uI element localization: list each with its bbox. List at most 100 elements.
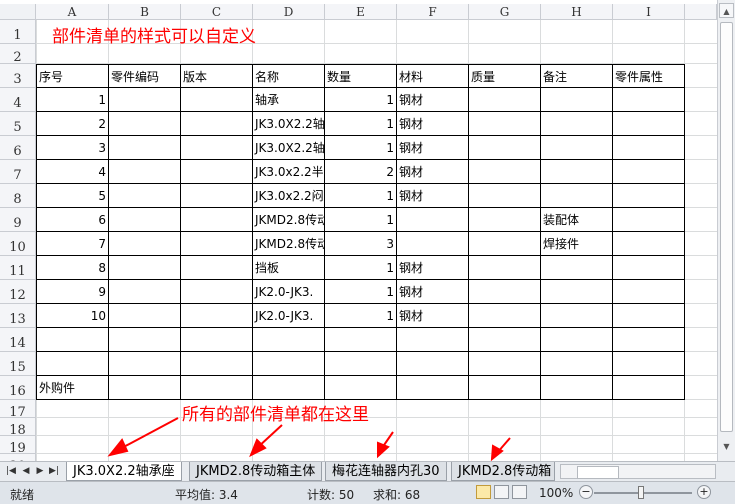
table-cell[interactable]	[181, 328, 253, 352]
table-cell[interactable]	[181, 208, 253, 232]
table-cell[interactable]: JK3.0x2.2半	[253, 160, 325, 184]
table-cell[interactable]	[613, 376, 685, 400]
table-cell[interactable]: 钢材	[397, 160, 469, 184]
table-cell[interactable]	[109, 376, 181, 400]
table-header-cell[interactable]: 名称	[253, 64, 325, 88]
table-cell[interactable]	[469, 160, 541, 184]
table-cell[interactable]	[613, 352, 685, 376]
table-cell[interactable]	[613, 208, 685, 232]
table-cell[interactable]	[613, 328, 685, 352]
table-cell[interactable]	[181, 352, 253, 376]
table-cell[interactable]	[541, 376, 613, 400]
horizontal-scrollbar[interactable]	[560, 464, 716, 479]
table-cell[interactable]: 焊接件	[541, 232, 613, 256]
table-cell[interactable]	[469, 184, 541, 208]
table-cell[interactable]: 1	[325, 184, 397, 208]
table-cell[interactable]	[613, 232, 685, 256]
table-cell[interactable]: 轴承	[253, 88, 325, 112]
table-cell[interactable]: 2	[36, 112, 109, 136]
table-cell[interactable]	[181, 304, 253, 328]
row-header-8[interactable]: 8	[0, 184, 36, 208]
worksheet-grid[interactable]: 序号 零件编码 版本 名称 数量 材料 质量 备注 零件属性 1 轴承 1 钢材 2 JK3.0X2.2轴 1…	[36, 20, 717, 461]
table-cell[interactable]	[613, 112, 685, 136]
table-cell[interactable]	[469, 328, 541, 352]
table-cell[interactable]: 1	[325, 112, 397, 136]
table-header-cell[interactable]: 零件属性	[613, 64, 685, 88]
table-cell[interactable]	[613, 184, 685, 208]
table-header-cell[interactable]: 备注	[541, 64, 613, 88]
row-header-14[interactable]: 14	[0, 328, 36, 352]
sheet-tab-3[interactable]: 梅花连轴器内孔30	[325, 462, 447, 481]
vertical-scrollbar[interactable]: ▲ ▼	[717, 0, 735, 461]
table-cell[interactable]	[541, 328, 613, 352]
table-cell[interactable]	[109, 328, 181, 352]
sheet-tab-4[interactable]: JKMD2.8传动箱	[451, 462, 555, 481]
table-cell[interactable]	[181, 160, 253, 184]
row-header-7[interactable]: 7	[0, 160, 36, 184]
first-sheet-icon[interactable]: |◀	[5, 465, 17, 477]
table-header-cell[interactable]: 序号	[36, 64, 109, 88]
table-cell[interactable]: 10	[36, 304, 109, 328]
table-cell[interactable]: 钢材	[397, 304, 469, 328]
normal-view-icon[interactable]	[476, 485, 491, 499]
table-cell[interactable]	[325, 376, 397, 400]
row-header-17[interactable]: 17	[0, 400, 36, 420]
table-cell[interactable]: 2	[325, 160, 397, 184]
table-cell[interactable]	[613, 136, 685, 160]
table-cell[interactable]: 外购件	[36, 376, 109, 400]
column-header-b[interactable]: B	[109, 4, 181, 20]
table-cell[interactable]: 钢材	[397, 136, 469, 160]
table-cell[interactable]	[181, 376, 253, 400]
column-header-i[interactable]: I	[613, 4, 685, 20]
row-header-6[interactable]: 6	[0, 136, 36, 160]
row-header-10[interactable]: 10	[0, 232, 36, 256]
table-header-cell[interactable]: 数量	[325, 64, 397, 88]
scroll-up-icon[interactable]: ▲	[719, 5, 734, 20]
table-cell[interactable]	[181, 88, 253, 112]
table-cell[interactable]: 8	[36, 256, 109, 280]
table-header-cell[interactable]: 材料	[397, 64, 469, 88]
table-cell[interactable]	[397, 376, 469, 400]
vertical-scroll-thumb[interactable]	[720, 22, 733, 432]
column-header-e[interactable]: E	[325, 4, 397, 20]
table-cell[interactable]	[253, 352, 325, 376]
table-cell[interactable]	[397, 352, 469, 376]
column-header-f[interactable]: F	[397, 4, 469, 20]
table-cell[interactable]	[469, 280, 541, 304]
table-cell[interactable]	[541, 136, 613, 160]
table-cell[interactable]: 1	[325, 88, 397, 112]
sheet-tab-2[interactable]: JKMD2.8传动箱主体	[189, 462, 323, 481]
table-cell[interactable]: JK3.0X2.2轴	[253, 136, 325, 160]
table-cell[interactable]: 3	[325, 232, 397, 256]
row-header-5[interactable]: 5	[0, 112, 36, 136]
table-cell[interactable]	[36, 352, 109, 376]
zoom-in-icon[interactable]: +	[697, 485, 711, 499]
table-cell[interactable]	[253, 328, 325, 352]
table-cell[interactable]	[181, 232, 253, 256]
scroll-down-icon[interactable]: ▼	[719, 440, 734, 455]
table-cell[interactable]	[109, 256, 181, 280]
table-cell[interactable]: 钢材	[397, 256, 469, 280]
column-header-d[interactable]: D	[253, 4, 325, 20]
table-cell[interactable]: 1	[325, 208, 397, 232]
row-header-3[interactable]: 3	[0, 64, 36, 88]
table-cell[interactable]	[541, 256, 613, 280]
table-cell[interactable]: 1	[325, 256, 397, 280]
table-cell[interactable]	[181, 136, 253, 160]
table-cell[interactable]: 钢材	[397, 280, 469, 304]
row-header-4[interactable]: 4	[0, 88, 36, 112]
row-header-9[interactable]: 9	[0, 208, 36, 232]
table-cell[interactable]	[469, 232, 541, 256]
column-header-c[interactable]: C	[181, 4, 253, 20]
column-header-g[interactable]: G	[469, 4, 541, 20]
page-layout-view-icon[interactable]	[494, 485, 509, 499]
table-cell[interactable]	[469, 136, 541, 160]
row-header-1[interactable]: 1	[0, 20, 36, 44]
table-cell[interactable]	[109, 352, 181, 376]
table-cell[interactable]	[36, 328, 109, 352]
horizontal-scroll-thumb[interactable]	[577, 466, 619, 479]
row-header-11[interactable]: 11	[0, 256, 36, 280]
table-cell[interactable]	[109, 280, 181, 304]
row-header-19[interactable]: 19	[0, 436, 36, 456]
table-cell[interactable]: 钢材	[397, 88, 469, 112]
